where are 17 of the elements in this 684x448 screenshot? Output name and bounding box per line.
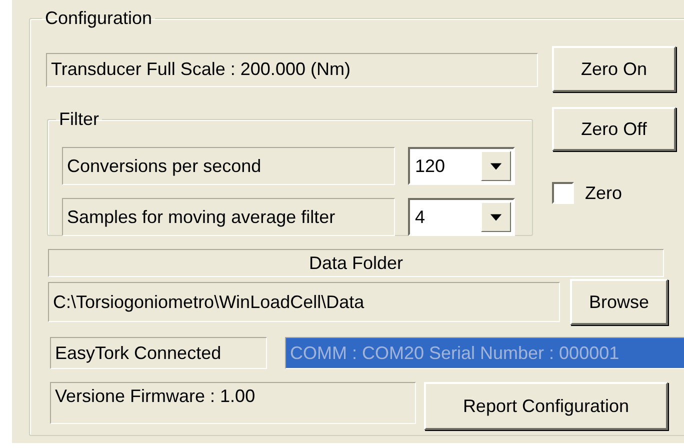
checkbox[interactable] bbox=[552, 182, 574, 204]
dropdown[interactable]: 120 bbox=[408, 147, 515, 185]
data-folder-label: Data Folder bbox=[48, 249, 664, 277]
dropdown[interactable]: 4 bbox=[408, 198, 515, 236]
firmware-version: Versione Firmware : 1.00 bbox=[50, 382, 416, 424]
report-configuration-button[interactable]: Report Configuration bbox=[424, 382, 668, 430]
full-scale-label: Transducer Full Scale : 200.000 (Nm) bbox=[46, 53, 538, 87]
setting-label: Conversions per second bbox=[62, 147, 395, 185]
checkbox-label: Zero bbox=[585, 182, 622, 204]
zero-off-button[interactable]: Zero Off bbox=[552, 107, 676, 151]
connection-status: EasyTork Connected bbox=[50, 337, 267, 369]
zero-on-button[interactable]: Zero On bbox=[552, 46, 676, 92]
setting-label: Samples for moving average filter bbox=[62, 198, 395, 236]
group-title: Filter bbox=[58, 108, 100, 131]
group-title: Configuration bbox=[44, 7, 154, 30]
folder-path-field[interactable]: C:\Torsiogoniometro\WinLoadCell\Data bbox=[48, 282, 560, 322]
browse-button[interactable]: Browse bbox=[570, 279, 668, 325]
